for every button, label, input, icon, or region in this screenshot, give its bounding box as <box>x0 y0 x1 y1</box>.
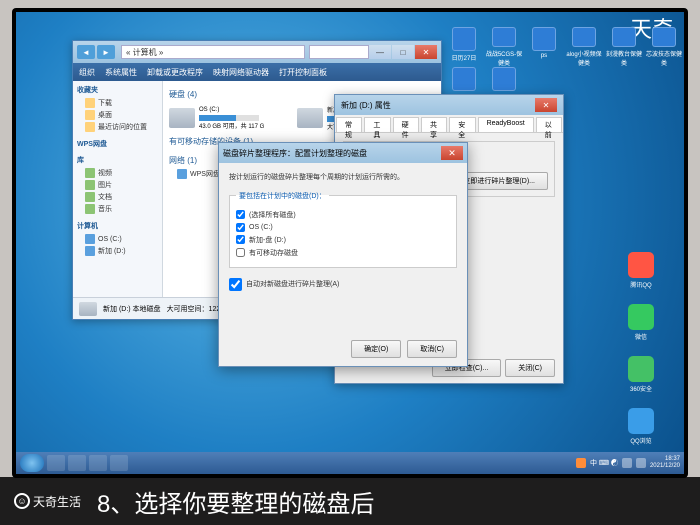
dialog-title: 磁盘碎片整理程序：配置计划整理的磁盘 <box>223 148 367 159</box>
sidebar-favorites-header: 收藏夹 <box>77 85 158 95</box>
menu-item[interactable]: 系统属性 <box>105 67 137 78</box>
disk-checkbox[interactable]: OS (C:) <box>236 223 450 232</box>
close-button[interactable]: ✕ <box>535 98 557 112</box>
taskbar-item[interactable] <box>68 455 86 471</box>
drive-icon <box>169 108 195 128</box>
menu-item[interactable]: 打开控制面板 <box>279 67 327 78</box>
sidebar-item[interactable]: 图片 <box>77 179 158 191</box>
properties-tab[interactable]: 安全 <box>449 117 475 132</box>
tray-icon[interactable] <box>622 458 632 468</box>
address-bar[interactable]: « 计算机 » <box>121 45 305 59</box>
desktop-folder-icon[interactable]: 芯波技态保健类 <box>644 27 684 67</box>
search-input[interactable] <box>309 45 369 59</box>
taskbar[interactable]: 中 ⌨ ☯ 18:37 2021/12/20 <box>16 452 684 474</box>
menu-item[interactable]: 卸载或更改程序 <box>147 67 203 78</box>
drive-icon <box>297 108 323 128</box>
explorer-menubar: 组织系统属性卸载或更改程序映射网络驱动器打开控制面板 <box>73 63 441 81</box>
ok-button[interactable]: 确定(O) <box>351 340 401 358</box>
properties-tab[interactable]: 以前 <box>536 117 562 132</box>
close-icon[interactable]: ✕ <box>441 146 463 160</box>
desktop: 天奇 日历27日战战5CGS-保健类psalog小视频保健类刻漫教台保健类芯波技… <box>16 12 684 474</box>
properties-tab[interactable]: ReadyBoost <box>478 117 534 132</box>
properties-tabs: 常规工具硬件共享安全ReadyBoost以前 <box>335 115 563 133</box>
desktop-folder-icon[interactable]: 刻漫教台保健类 <box>604 27 644 67</box>
sidebar-item[interactable]: 新加 (D:) <box>77 245 158 257</box>
sidebar-item[interactable]: 桌面 <box>77 109 158 121</box>
close-button[interactable]: ✕ <box>415 45 437 59</box>
disk-checkbox[interactable]: (选择所有磁盘) <box>236 210 450 220</box>
menu-item[interactable]: 组织 <box>79 67 95 78</box>
caption-text: 8、选择你要整理的磁盘后 <box>97 484 374 519</box>
sidebar-item[interactable]: 下载 <box>77 97 158 109</box>
tray-clock[interactable]: 18:37 2021/12/20 <box>650 456 680 469</box>
desktop-folder-icon[interactable]: ps <box>524 27 564 67</box>
desktop-app-icon[interactable]: QQ浏览 <box>616 408 666 456</box>
sidebar-item[interactable]: OS (C:) <box>77 233 158 245</box>
menu-item[interactable]: 映射网络驱动器 <box>213 67 269 78</box>
forward-button[interactable]: ► <box>97 45 115 59</box>
status-drive: 新加 (D:) 本地磁盘 <box>103 304 161 314</box>
sidebar-item[interactable]: 视频 <box>77 167 158 179</box>
taskbar-item[interactable] <box>89 455 107 471</box>
dialog-titlebar[interactable]: 磁盘碎片整理程序：配置计划整理的磁盘 ✕ <box>219 143 467 163</box>
sidebar-item[interactable]: 音乐 <box>77 203 158 215</box>
explorer-titlebar[interactable]: ◄ ► « 计算机 » — □ ✕ <box>73 41 441 63</box>
brand-logo: ☺ 天奇生活 <box>14 493 81 510</box>
brand-name: 天奇生活 <box>33 493 81 510</box>
tray-icon[interactable] <box>576 458 586 468</box>
desktop-folder-icon[interactable]: 日历27日 <box>444 27 484 67</box>
properties-title[interactable]: 新加 (D:) 属性 ✕ <box>335 95 563 115</box>
start-button[interactable] <box>20 454 44 472</box>
minimize-button[interactable]: — <box>369 45 391 59</box>
sidebar-item[interactable]: 最近访问的位置 <box>77 121 158 133</box>
desktop-icons-col: 腾讯QQ微信360安全QQ浏览WPS办公融创管腾讯视频剪映美 <box>616 252 676 474</box>
desktop-app-icon[interactable]: 腾讯QQ <box>616 252 666 300</box>
properties-tab[interactable]: 共享 <box>421 117 447 132</box>
desktop-app-icon[interactable]: 微信 <box>616 304 666 352</box>
properties-tab[interactable]: 硬件 <box>393 117 419 132</box>
ime-indicator[interactable]: 中 ⌨ ☯ <box>590 458 618 468</box>
maximize-button[interactable]: □ <box>392 45 414 59</box>
properties-tab[interactable]: 工具 <box>364 117 390 132</box>
disk-select-fieldset: 要包括在计划中的磁盘(D)： (选择所有磁盘) OS (C:) 新加-盘 (D:) 有… <box>229 191 457 268</box>
sidebar-item[interactable]: 文档 <box>77 191 158 203</box>
desktop-folder-icon[interactable]: 战战5CGS-保健类 <box>484 27 524 67</box>
fieldset-legend: 要包括在计划中的磁盘(D)： <box>236 191 329 201</box>
cancel-button[interactable]: 取消(C) <box>407 340 457 358</box>
back-button[interactable]: ◄ <box>77 45 95 59</box>
taskbar-item[interactable] <box>47 455 65 471</box>
desktop-app-icon[interactable]: 360安全 <box>616 356 666 404</box>
properties-tab[interactable]: 常规 <box>336 117 362 132</box>
explorer-sidebar: 收藏夹 下载桌面最近访问的位置 WPS网盘 库 视频图片文档音乐 计算机 OS … <box>73 81 163 319</box>
sidebar-computer-header: 计算机 <box>77 221 158 231</box>
tray-icon[interactable] <box>636 458 646 468</box>
taskbar-item[interactable] <box>110 455 128 471</box>
auto-defrag-checkbox[interactable]: 自动对新磁盘进行碎片整理(A) <box>229 278 457 291</box>
desktop-folder-icon[interactable]: alog小视频保健类 <box>564 27 604 67</box>
video-caption-overlay: ☺ 天奇生活 8、选择你要整理的磁盘后 <box>0 477 700 525</box>
disk-checkbox[interactable]: 新加-盘 (D:) <box>236 235 450 245</box>
disk-checkbox[interactable]: 有可移动存磁盘 <box>236 248 450 258</box>
sidebar-wps-header[interactable]: WPS网盘 <box>77 139 158 149</box>
dialog-message: 按计划运行的磁盘碎片整理每个周期的计划运行所需的。 <box>229 173 457 183</box>
system-tray: 中 ⌨ ☯ 18:37 2021/12/20 <box>576 456 680 469</box>
sidebar-libraries-header: 库 <box>77 155 158 165</box>
drive-item[interactable]: OS (C:)43.0 GB 可用，共 117 G <box>169 105 289 131</box>
close-props-button[interactable]: 关闭(C) <box>505 359 555 377</box>
logo-icon: ☺ <box>14 493 30 509</box>
defrag-schedule-dialog[interactable]: 磁盘碎片整理程序：配置计划整理的磁盘 ✕ 按计划运行的磁盘碎片整理每个周期的计划… <box>218 142 468 367</box>
